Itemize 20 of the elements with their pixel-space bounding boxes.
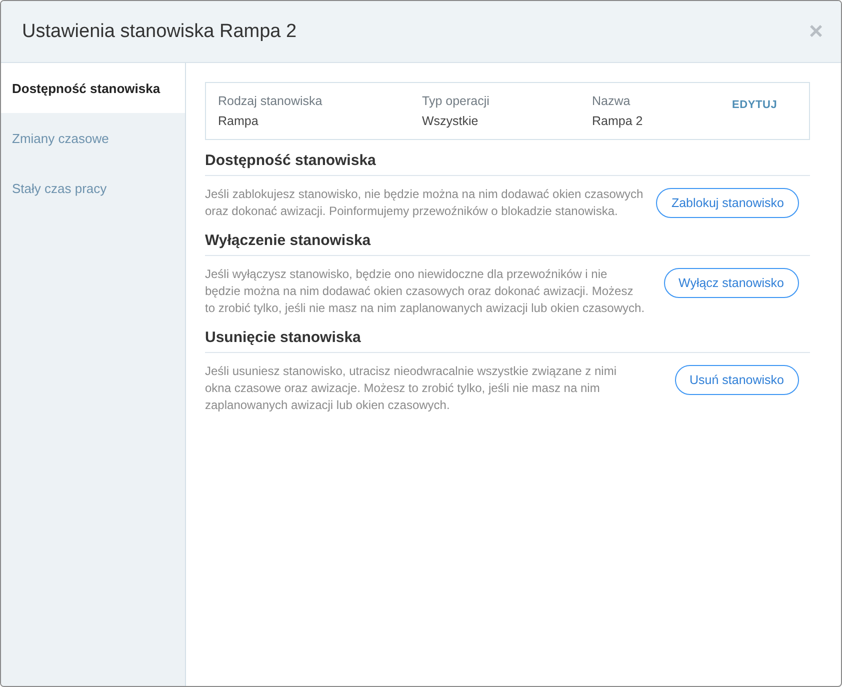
field-label: Rodzaj stanowiska — [218, 94, 324, 108]
section-title: Wyłączenie stanowiska — [205, 232, 810, 256]
section-description: Jeśli zablokujesz stanowisko, nie będzie można na nim dodawać okien czasowych oraz dokonać awizacji. Poinformujemy przewoźników o blokadzie stanowiska. — [205, 186, 644, 220]
section-title: Usunięcie stanowiska — [205, 329, 810, 353]
action-button[interactable]: Wyłącz stanowisko — [664, 268, 799, 298]
edit-link[interactable]: EDYTUJ — [732, 99, 778, 111]
sidebar-item[interactable]: Zmiany czasowe — [1, 113, 185, 163]
field-label: Nazwa — [592, 94, 632, 108]
field-value: Rampa 2 — [592, 114, 644, 128]
window-title: Ustawienia stanowiska Rampa 2 — [22, 20, 297, 42]
section-title: Dostępność stanowiska — [205, 152, 810, 176]
sidebar-item[interactable]: Dostępność stanowiska — [1, 63, 185, 113]
section-description: Jeśli wyłączysz stanowisko, będzie ono niewidoczne dla przewoźników i nie będzie można na nim dodawać okien czasowych oraz dokonać awizacji. Możesz to zrobić tylko, jeśli nie masz na nim zaplanowanych awizacji lub okien czasowych. — [205, 266, 645, 317]
section-description: Jeśli usuniesz stanowisko, utracisz nieodwracalnie wszystkie związane z nimi okna czasowe oraz awizacje. Możesz to zrobić tylko, jeśli nie masz na nim zaplanowanych awizacji lub okien czasowych. — [205, 363, 618, 414]
field-value: Rampa — [218, 114, 260, 128]
action-button[interactable]: Usuń stanowisko — [674, 365, 799, 395]
action-button[interactable]: Zablokuj stanowisko — [656, 188, 799, 218]
field-value: Wszystkie — [422, 114, 480, 128]
field-label: Typ operacji — [422, 94, 490, 108]
sidebar-item[interactable]: Stały czas pracy — [1, 163, 185, 213]
